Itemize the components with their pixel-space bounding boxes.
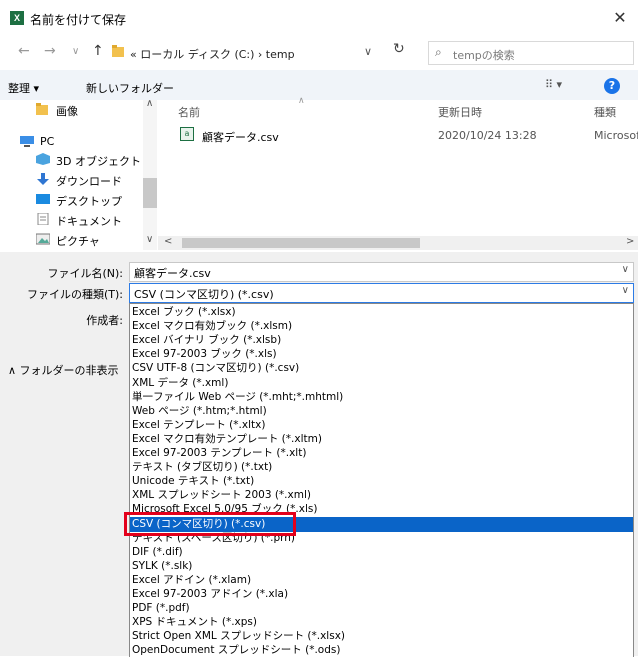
dropdown-option[interactable]: Excel アドイン (*.xlam) xyxy=(130,573,633,588)
dropdown-option[interactable]: XML スプレッドシート 2003 (*.xml) xyxy=(130,488,633,503)
refresh-icon[interactable]: ↻ xyxy=(393,41,405,57)
address-bar[interactable]: « ローカル ディスク (C:) › temp ∨ xyxy=(111,41,416,65)
dropdown-option[interactable]: Excel マクロ有効テンプレート (*.xltm) xyxy=(130,432,633,447)
download-arrow-icon xyxy=(37,173,49,185)
search-input[interactable]: tempの検索 xyxy=(453,47,515,63)
dropdown-option[interactable]: Excel バイナリ ブック (*.xlsb) xyxy=(130,333,633,348)
search-box[interactable]: ⌕ tempの検索 xyxy=(428,41,634,65)
document-icon xyxy=(37,213,49,225)
window-title: 名前を付けて保存 xyxy=(30,13,127,27)
chevron-down-icon[interactable]: ∨ xyxy=(364,45,372,58)
dropdown-option[interactable]: Excel ブック (*.xlsx) xyxy=(130,305,633,320)
dropdown-option[interactable]: テキスト (タブ区切り) (*.txt) xyxy=(130,460,633,475)
computer-icon xyxy=(20,136,34,147)
dropdown-option[interactable]: Excel 97-2003 アドイン (*.xla) xyxy=(130,587,633,602)
file-row[interactable]: a 顧客データ.csv 2020/10/24 13:28 Microsoft E xyxy=(176,124,638,144)
file-type: Microsoft E xyxy=(594,129,638,142)
filetype-select[interactable]: CSV (コンマ区切り) (*.csv) ∨ xyxy=(129,283,634,303)
chevron-down-icon[interactable]: ∨ xyxy=(622,285,629,296)
dropdown-option[interactable]: XML データ (*.xml) xyxy=(130,376,633,391)
dropdown-option[interactable]: CSV UTF-8 (コンマ区切り) (*.csv) xyxy=(130,361,633,376)
filetype-label: ファイルの種類(T): xyxy=(26,288,123,301)
cube-icon xyxy=(36,153,50,165)
help-icon[interactable]: ? xyxy=(604,78,620,94)
dropdown-option[interactable]: Excel 97-2003 テンプレート (*.xlt) xyxy=(130,446,633,461)
dropdown-option[interactable]: Strict Open XML スプレッドシート (*.xlsx) xyxy=(130,629,633,644)
address-row: ← → ∨ ↑ « ローカル ディスク (C:) › temp ∨ ↻ ⌕ te… xyxy=(0,36,638,66)
picture-icon xyxy=(36,233,50,245)
file-name: 顧客データ.csv xyxy=(202,131,279,144)
file-date: 2020/10/24 13:28 xyxy=(438,129,537,142)
title-bar: X 名前を付けて保存 ✕ xyxy=(0,0,638,36)
view-options-button[interactable]: ⠿ ▾ xyxy=(545,78,562,91)
up-arrow-icon[interactable]: ↑ xyxy=(92,43,104,59)
column-header-type[interactable]: 種類 xyxy=(594,104,616,120)
new-folder-button[interactable]: 新しいフォルダー xyxy=(86,80,174,96)
sort-ascending-icon: ∧ xyxy=(298,96,305,106)
scroll-up-icon[interactable]: ∧ xyxy=(146,98,153,109)
dropdown-option[interactable]: PDF (*.pdf) xyxy=(130,601,633,616)
dropdown-option[interactable]: 単一ファイル Web ページ (*.mht;*.mhtml) xyxy=(130,390,633,405)
scroll-left-icon[interactable]: < xyxy=(164,236,172,247)
excel-app-icon: X xyxy=(10,11,24,25)
filename-field[interactable]: 顧客データ.csv ∨ xyxy=(129,262,634,282)
nav-scrollbar[interactable] xyxy=(143,100,157,250)
filename-label: ファイル名(N): xyxy=(47,267,123,280)
csv-file-icon: a xyxy=(180,127,194,141)
dropdown-option[interactable]: OpenDocument スプレッドシート (*.ods) xyxy=(130,643,633,657)
folder-icon xyxy=(36,103,48,115)
horizontal-scroll-thumb[interactable] xyxy=(182,238,420,248)
filetype-dropdown-list: Excel ブック (*.xlsx) Excel マクロ有効ブック (*.xlsm… xyxy=(129,303,634,657)
column-header-name[interactable]: 名前 xyxy=(178,104,200,120)
filename-value: 顧客データ.csv xyxy=(134,267,211,280)
scroll-right-icon[interactable]: > xyxy=(626,236,634,247)
back-arrow-icon[interactable]: ← xyxy=(18,43,30,59)
scroll-down-icon[interactable]: ∨ xyxy=(146,234,153,245)
column-header-date[interactable]: 更新日時 xyxy=(438,104,482,120)
dropdown-option[interactable]: Excel 97-2003 ブック (*.xls) xyxy=(130,347,633,362)
dropdown-option[interactable]: Excel テンプレート (*.xltx) xyxy=(130,418,633,433)
navigation-pane: 画像 PC 3D オブジェクト ダウンロード デスクトップ ドキュメント ピクチ… xyxy=(0,100,158,250)
nav-scroll-thumb[interactable] xyxy=(143,178,157,208)
chevron-down-icon[interactable]: ∨ xyxy=(622,264,629,275)
dropdown-option[interactable]: SYLK (*.slk) xyxy=(130,559,633,574)
dropdown-option[interactable]: Web ページ (*.htm;*.html) xyxy=(130,404,633,419)
dropdown-option[interactable]: Excel マクロ有効ブック (*.xlsm) xyxy=(130,319,633,334)
organize-button[interactable]: 整理 ▾ xyxy=(8,80,39,96)
hide-folders-button[interactable]: ∧ フォルダーの非表示 xyxy=(8,362,119,378)
command-bar: 整理 ▾ 新しいフォルダー ⠿ ▾ ? xyxy=(0,70,638,100)
filetype-value: CSV (コンマ区切り) (*.csv) xyxy=(134,288,274,301)
desktop-icon xyxy=(36,194,50,204)
address-path: « ローカル ディスク (C:) › temp xyxy=(130,48,295,61)
dropdown-option[interactable]: DIF (*.dif) xyxy=(130,545,633,560)
recent-chevron-icon[interactable]: ∨ xyxy=(72,46,79,57)
forward-arrow-icon[interactable]: → xyxy=(44,43,56,59)
dropdown-option[interactable]: Unicode テキスト (*.txt) xyxy=(130,474,633,489)
highlight-box xyxy=(124,512,296,536)
author-label: 作成者: xyxy=(86,314,123,327)
folder-icon xyxy=(112,45,124,57)
search-icon: ⌕ xyxy=(435,45,442,59)
dropdown-option[interactable]: XPS ドキュメント (*.xps) xyxy=(130,615,633,630)
close-button[interactable]: ✕ xyxy=(608,8,632,28)
